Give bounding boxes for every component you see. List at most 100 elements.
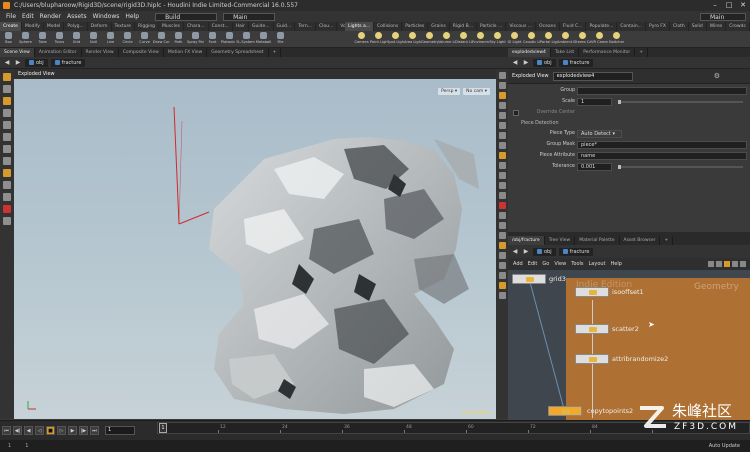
shelf-tab[interactable]: Wires xyxy=(707,22,727,31)
pane-tab[interactable]: /obj/fracture xyxy=(508,236,545,245)
shelf-tool[interactable]: Platonic Solids xyxy=(221,31,238,47)
shelf-tool[interactable]: Caustic Light xyxy=(523,31,540,47)
points-icon[interactable] xyxy=(498,112,506,119)
net-menu-view[interactable]: View xyxy=(554,261,566,267)
shelf-tab[interactable]: Const... xyxy=(209,22,233,31)
piece-type-dropdown[interactable]: Auto Detect ▾ xyxy=(577,130,622,138)
slider-handle[interactable] xyxy=(618,165,621,169)
view-tool-icon[interactable] xyxy=(3,145,11,153)
prev-key-button[interactable]: ◁ xyxy=(35,426,44,435)
shelf-tool[interactable]: Font xyxy=(204,31,221,47)
scale-slider[interactable] xyxy=(618,100,743,104)
shelf-tool[interactable]: Grid xyxy=(68,31,85,47)
pane-tab[interactable]: Asset Browser xyxy=(620,236,661,245)
net-flag-icon[interactable] xyxy=(724,261,730,267)
shelf-tool[interactable]: Circle xyxy=(119,31,136,47)
shelf-tool[interactable]: VR Camera xyxy=(591,31,608,47)
shelf-tab[interactable]: Model xyxy=(44,22,65,31)
shelf-tool[interactable]: Ambient Light xyxy=(557,31,574,47)
grid-snap-icon[interactable] xyxy=(3,181,11,189)
shelf-tab[interactable]: Grains xyxy=(428,22,450,31)
shelf-tab[interactable]: Fluid C... xyxy=(560,22,587,31)
shelf-tab[interactable]: Particle ... xyxy=(477,22,507,31)
shelf-tool[interactable]: Environment Light xyxy=(472,31,489,47)
desktop-main-dropdown[interactable]: Main xyxy=(700,12,746,21)
grid-icon[interactable] xyxy=(498,142,506,149)
brush-tool-icon[interactable] xyxy=(3,133,11,141)
group-field[interactable] xyxy=(577,87,747,95)
display-options-icon[interactable] xyxy=(498,72,506,79)
normals-icon[interactable] xyxy=(498,122,506,129)
net-menu-layout[interactable]: Layout xyxy=(589,261,606,267)
param-path-network[interactable]: obj xyxy=(533,58,556,67)
shelf-tab[interactable]: Pyro FX xyxy=(646,22,670,31)
shelf-tool[interactable]: Tube xyxy=(34,31,51,47)
net-path-network[interactable]: obj xyxy=(533,247,556,256)
piece-detection-section[interactable]: Piece Detection xyxy=(508,119,750,129)
pane-tab[interactable]: Tree View xyxy=(545,236,576,245)
shelf-tab[interactable]: Particles xyxy=(402,22,429,31)
shelf-tab[interactable]: Create xyxy=(0,22,22,31)
pane-tab[interactable]: Motion FX View xyxy=(164,48,208,57)
shelf-tool[interactable]: Area Light xyxy=(404,31,421,47)
node-grid3[interactable] xyxy=(512,274,546,284)
pane-tab[interactable]: + xyxy=(635,48,649,57)
lock-icon[interactable] xyxy=(498,282,506,289)
shelf-tab[interactable]: Rigid B... xyxy=(450,22,477,31)
pane-tab[interactable]: Animation Editor xyxy=(35,48,82,57)
shelf-tool[interactable]: Stereo Camera xyxy=(574,31,591,47)
point-snap-icon[interactable] xyxy=(3,193,11,201)
pane-tab[interactable]: explodedview4 xyxy=(508,48,551,57)
link-icon[interactable] xyxy=(498,272,506,279)
shelf-tool[interactable]: Curve xyxy=(136,31,153,47)
shelf-tab[interactable]: Deform xyxy=(88,22,112,31)
shelf-tab[interactable]: Polyg... xyxy=(64,22,88,31)
shelf-tool[interactable]: Distant Light xyxy=(455,31,472,47)
menu-windows[interactable]: Windows xyxy=(93,13,120,20)
current-frame-field[interactable]: 1 xyxy=(105,426,135,435)
next-key-button[interactable]: ▷ xyxy=(57,426,66,435)
wireframe-icon[interactable] xyxy=(498,92,506,99)
net-forward-icon[interactable]: ▶ xyxy=(522,248,530,256)
shelf-tab[interactable]: Texture xyxy=(112,22,135,31)
net-menu-help[interactable]: Help xyxy=(611,261,622,267)
light-icon[interactable] xyxy=(498,132,506,139)
shelf-tool[interactable]: Path xyxy=(170,31,187,47)
close-button[interactable]: ✕ xyxy=(736,0,750,11)
net-menu-tools[interactable]: Tools xyxy=(571,261,583,267)
persp-dropdown[interactable]: Persp ▾ xyxy=(438,88,461,95)
pane-tab[interactable]: + xyxy=(269,48,282,57)
flipbook-icon[interactable] xyxy=(498,232,506,239)
shelf-tool[interactable]: Sphere xyxy=(17,31,34,47)
pane-tab[interactable]: + xyxy=(660,236,674,245)
scale-tool-icon[interactable] xyxy=(3,121,11,129)
shelf-tool[interactable]: File xyxy=(272,31,289,47)
viewport-3d[interactable]: Persp ▾ No cam ▾ Indie Edition xyxy=(14,79,496,419)
override-checkbox[interactable] xyxy=(513,110,519,116)
net-sticky-icon[interactable] xyxy=(732,261,738,267)
path-network[interactable]: obj xyxy=(25,58,48,67)
shading-icon[interactable] xyxy=(498,102,506,109)
pane-tab[interactable]: Geometry Spreadsheet xyxy=(207,48,269,57)
record-icon[interactable] xyxy=(498,202,506,209)
tolerance-field[interactable]: 0.001 xyxy=(577,163,612,171)
shelf-tool[interactable]: L-System xyxy=(238,31,255,47)
net-list-icon[interactable] xyxy=(716,261,722,267)
shelf-tool[interactable]: Box xyxy=(0,31,17,47)
path-node[interactable]: fracture xyxy=(50,58,86,67)
param-forward-icon[interactable]: ▶ xyxy=(522,59,530,67)
viewport-layout-icon[interactable] xyxy=(498,262,506,269)
shelf-tab[interactable]: Oceans xyxy=(536,22,560,31)
menu-file[interactable]: File xyxy=(6,13,16,20)
shelf-tab[interactable]: Modify xyxy=(22,22,44,31)
go-start-button[interactable]: ⏮ xyxy=(2,426,11,435)
step-forward-button[interactable]: |▶ xyxy=(79,426,88,435)
build-dropdown[interactable]: Build xyxy=(155,12,218,21)
move-tool-icon[interactable] xyxy=(3,97,11,105)
shelf-tab[interactable]: Guide... xyxy=(249,22,274,31)
shelf-tab[interactable]: Populate... xyxy=(586,22,618,31)
net-back-icon[interactable]: ◀ xyxy=(511,248,519,256)
particles-icon[interactable] xyxy=(498,182,506,189)
range-end[interactable]: 1 xyxy=(25,443,28,449)
pane-tab[interactable]: Composite View xyxy=(119,48,164,57)
